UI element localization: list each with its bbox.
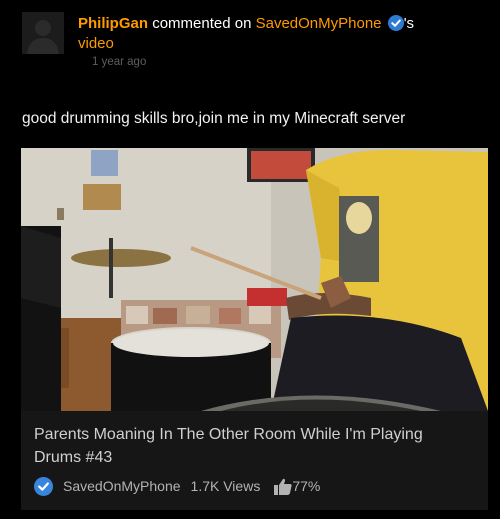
comment-text: good drumming skills bro,join me in my M… — [22, 110, 406, 127]
user-avatar[interactable] — [22, 12, 64, 54]
thumbs-up-icon — [274, 478, 292, 495]
video-title[interactable]: Parents Moaning In The Other Room While … — [34, 423, 474, 469]
verified-check-icon — [34, 476, 53, 496]
video-views: 1.7K Views — [190, 478, 261, 494]
commenter-username[interactable]: PhilipGan — [78, 15, 148, 32]
video-rating: 77% — [274, 478, 320, 495]
video-thumbnail[interactable] — [21, 148, 488, 411]
video-meta: SavedOnMyPhone 1.7K Views 77% — [34, 475, 320, 497]
video-channel-name[interactable]: SavedOnMyPhone — [63, 478, 181, 494]
verified-check-icon — [387, 15, 404, 31]
comment-action: commented on — [152, 15, 252, 32]
rating-percent: 77% — [292, 478, 321, 494]
default-avatar-icon — [22, 12, 64, 54]
video-card[interactable]: Parents Moaning In The Other Room While … — [21, 148, 488, 510]
possessive-suffix: 's — [403, 15, 415, 32]
comment-header: PhilipGan commented on SavedOnMyPhone 's… — [78, 14, 458, 54]
video-link-word[interactable]: video — [78, 35, 114, 52]
comment-timestamp: 1 year ago — [92, 56, 147, 68]
channel-link[interactable]: SavedOnMyPhone — [256, 15, 382, 32]
drummer-thumbnail-image — [21, 148, 488, 411]
